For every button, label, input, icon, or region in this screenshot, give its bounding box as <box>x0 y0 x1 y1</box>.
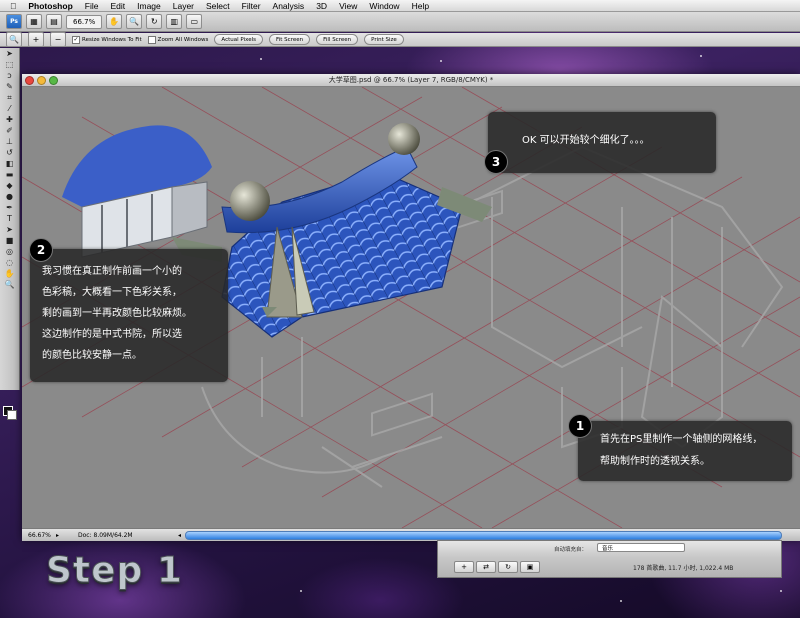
step-label: Step 1 <box>46 550 183 592</box>
status-zoom[interactable]: 66.67% <box>22 532 56 539</box>
menubar:  Photoshop File Edit Image Layer Select… <box>0 0 800 12</box>
apple-menu-icon[interactable]:  <box>0 1 22 11</box>
background-color-swatch[interactable] <box>7 410 17 420</box>
crop-tool-icon[interactable]: ⌗ <box>0 92 19 103</box>
zoom-in-icon[interactable]: + <box>28 32 44 47</box>
callout-2-badge: 2 <box>30 239 52 261</box>
callout-1-line-2: 帮助制作时的透视关系。 <box>600 456 710 467</box>
fit-screen-button[interactable]: Fit Screen <box>268 34 311 45</box>
document-window: 大学草图.psd @ 66.7% (Layer 7, RGB/8/CMYK) * <box>22 74 800 541</box>
tools-panel: ➤ ⬚ ↄ ✎ ⌗ ⁄ ✚ ✐ ⊥ ↺ ◧ ▬ ◆ ● ✒ T ➤ ■ ◎ ◌ … <box>0 48 20 420</box>
document-title: 大学草图.psd @ 66.7% (Layer 7, RGB/8/CMYK) * <box>328 76 494 84</box>
healing-tool-icon[interactable]: ✚ <box>0 114 19 125</box>
screen-mode-icon[interactable]: ▭ <box>186 14 203 29</box>
callout-2-line-3: 剩的画到一半再改颜色比较麻烦。 <box>42 308 192 319</box>
canvas[interactable]: OK 可以开始较个细化了。。。 3 我习惯在真正制作前画一个小的 色彩稿，大概看… <box>22 87 800 528</box>
menu-window[interactable]: Window <box>363 1 405 11</box>
zoom-tool-icon[interactable]: 🔍 <box>126 14 143 29</box>
callout-1-line-1: 首先在PS里制作一个轴侧的网格线， <box>600 434 763 445</box>
arrange-documents-icon[interactable]: ▥ <box>166 14 183 29</box>
pen-tool-icon[interactable]: ✒ <box>0 202 19 213</box>
menu-help[interactable]: Help <box>406 1 435 11</box>
zoom-out-icon[interactable]: − <box>50 32 66 47</box>
print-size-button[interactable]: Print Size <box>364 34 404 45</box>
autofill-label: 自动填充自： <box>554 547 588 553</box>
actual-pixels-button[interactable]: Actual Pixels <box>214 34 263 45</box>
3d-orbit-tool-icon[interactable]: ◌ <box>0 257 19 268</box>
tool-preset-zoom-icon[interactable]: 🔍 <box>6 32 22 47</box>
menu-image[interactable]: Image <box>131 1 167 11</box>
status-arrow-icon[interactable]: ◂ <box>178 532 181 539</box>
callout-2-line-5: 的颜色比较安静一点。 <box>42 350 142 361</box>
history-brush-tool-icon[interactable]: ↺ <box>0 147 19 158</box>
rotate-view-icon[interactable]: ↻ <box>146 14 163 29</box>
quick-select-tool-icon[interactable]: ✎ <box>0 81 19 92</box>
menu-3d[interactable]: 3D <box>310 1 333 11</box>
library-status: 178 首歌曲, 11.7 小时, 1,022.4 MB <box>633 565 734 572</box>
path-select-tool-icon[interactable]: ➤ <box>0 224 19 235</box>
itunes-window: 自动填充自： 音乐 + ⇄ ↻ ▣ 178 首歌曲, 11.7 小时, 1,02… <box>437 540 782 578</box>
color-study-sketch <box>62 125 212 258</box>
add-playlist-icon[interactable]: + <box>454 561 474 573</box>
zoom-level-select[interactable]: 66.7% <box>66 14 103 29</box>
3d-rotate-tool-icon[interactable]: ◎ <box>0 246 19 257</box>
gradient-tool-icon[interactable]: ▬ <box>0 169 19 180</box>
hand-tool-panel-icon[interactable]: ✋ <box>0 268 19 279</box>
zoom-all-windows-checkbox[interactable]: Zoom All Windows <box>147 35 209 44</box>
shape-tool-icon[interactable]: ■ <box>0 235 19 246</box>
callout-2: 我习惯在真正制作前画一个小的 色彩稿，大概看一下色彩关系， 剩的画到一半再改颜色… <box>30 249 228 382</box>
options-bar: 🔍 + − ✓ Resize Windows To Fit Zoom All Wi… <box>0 32 800 47</box>
menu-select[interactable]: Select <box>200 1 236 11</box>
application-bar: Ps ▦ ▤ 66.7% ✋ 🔍 ↻ ▥ ▭ <box>0 12 800 32</box>
horizontal-scrollbar[interactable] <box>185 530 782 540</box>
callout-3-badge: 3 <box>485 151 507 173</box>
autofill-select[interactable]: 音乐 <box>597 543 685 552</box>
view-extras-icon[interactable]: ▤ <box>46 14 62 29</box>
bridge-icon[interactable]: ▦ <box>26 14 42 29</box>
dodge-tool-icon[interactable]: ● <box>0 191 19 202</box>
zoom-all-windows-label: Zoom All Windows <box>157 36 209 43</box>
callout-1-badge: 1 <box>569 415 591 437</box>
shuffle-icon[interactable]: ⇄ <box>476 561 496 573</box>
callout-3: OK 可以开始较个细化了。。。 <box>488 112 716 173</box>
ps-logo-icon[interactable]: Ps <box>6 14 22 29</box>
document-titlebar: 大学草图.psd @ 66.7% (Layer 7, RGB/8/CMYK) * <box>22 74 800 87</box>
eraser-tool-icon[interactable]: ◧ <box>0 158 19 169</box>
fill-screen-button[interactable]: Fill Screen <box>316 34 359 45</box>
callout-3-line-1: OK 可以开始较个细化了。。。 <box>522 135 650 146</box>
resize-windows-checkbox[interactable]: ✓ Resize Windows To Fit <box>72 35 142 44</box>
callout-2-line-2: 色彩稿，大概看一下色彩关系， <box>42 287 182 298</box>
callout-1: 首先在PS里制作一个轴侧的网格线， 帮助制作时的透视关系。 <box>578 421 792 481</box>
eyedropper-tool-icon[interactable]: ⁄ <box>0 103 19 114</box>
menu-view[interactable]: View <box>333 1 363 11</box>
zoom-tool-panel-icon[interactable]: 🔍 <box>0 279 19 290</box>
type-tool-icon[interactable]: T <box>0 213 19 224</box>
hand-tool-icon[interactable]: ✋ <box>106 14 123 29</box>
brush-tool-icon[interactable]: ✐ <box>0 125 19 136</box>
menu-filter[interactable]: Filter <box>236 1 267 11</box>
resize-windows-label: Resize Windows To Fit <box>82 36 142 43</box>
lasso-tool-icon[interactable]: ↄ <box>0 70 19 81</box>
menu-layer[interactable]: Layer <box>167 1 200 11</box>
status-doc-size: Doc: 8.09M/64.2M <box>78 531 133 539</box>
menu-edit[interactable]: Edit <box>104 1 131 11</box>
move-tool-icon[interactable]: ➤ <box>0 48 19 59</box>
menu-file[interactable]: File <box>79 1 105 11</box>
clone-stamp-tool-icon[interactable]: ⊥ <box>0 136 19 147</box>
menu-analysis[interactable]: Analysis <box>267 1 311 11</box>
repeat-icon[interactable]: ↻ <box>498 561 518 573</box>
marquee-tool-icon[interactable]: ⬚ <box>0 59 19 70</box>
callout-2-line-4: 这边制作的是中式书院，所以选 <box>42 329 182 340</box>
status-menu-icon[interactable]: ▸ <box>56 532 66 539</box>
artwork-toggle-icon[interactable]: ▣ <box>520 561 540 573</box>
menu-app-name[interactable]: Photoshop <box>22 1 78 11</box>
blur-tool-icon[interactable]: ◆ <box>0 180 19 191</box>
callout-2-line-1: 我习惯在真正制作前画一个小的 <box>42 266 182 277</box>
